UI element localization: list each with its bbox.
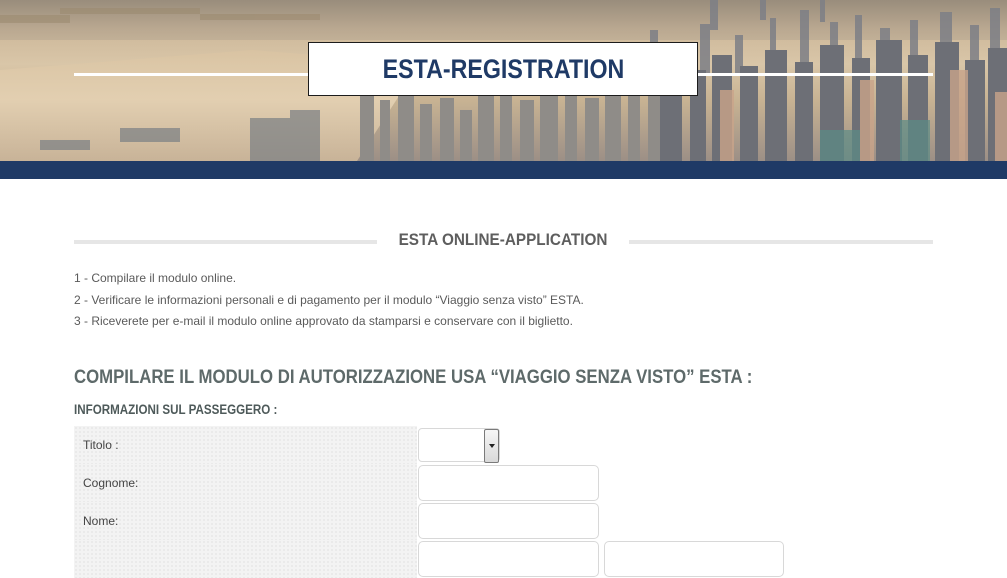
next-input[interactable] [418,541,599,577]
site-title: ESTA-REGISTRATION [382,53,624,84]
hero-bottom-band [0,161,1007,179]
passenger-form: Titolo : Cognome: Nome: [74,426,934,578]
form-row-nome: Nome: [74,502,934,540]
site-title-box: ESTA-REGISTRATION [308,42,698,96]
form-heading: COMPILARE IL MODULO DI AUTORIZZAZIONE US… [74,366,753,388]
next-input-secondary[interactable] [604,541,784,577]
section-title: ESTA ONLINE-APPLICATION [398,230,608,249]
chevron-down-icon[interactable] [484,429,499,463]
nome-input[interactable] [418,503,599,539]
cognome-input[interactable] [418,465,599,501]
form-row-titolo: Titolo : [74,426,934,464]
nome-label: Nome: [74,502,417,540]
titolo-select[interactable] [418,428,500,463]
step-item: 1 - Compilare il modulo online. [74,271,237,285]
step-item: 3 - Riceverete per e-mail il modulo onli… [74,314,573,328]
section-divider-right [629,240,933,244]
title-divider-left [74,73,310,76]
step-item: 2 - Verificare le informazioni personali… [74,292,584,307]
section-divider-left [74,240,377,244]
form-row-cognome: Cognome: [74,464,934,502]
title-divider-right [696,73,933,76]
passenger-info-heading: INFORMAZIONI SUL PASSEGGERO : [74,402,278,417]
titolo-label: Titolo : [74,426,417,464]
cognome-label: Cognome: [74,464,417,502]
steps-list: 1 - Compilare il modulo online. 2 - Veri… [74,268,584,333]
